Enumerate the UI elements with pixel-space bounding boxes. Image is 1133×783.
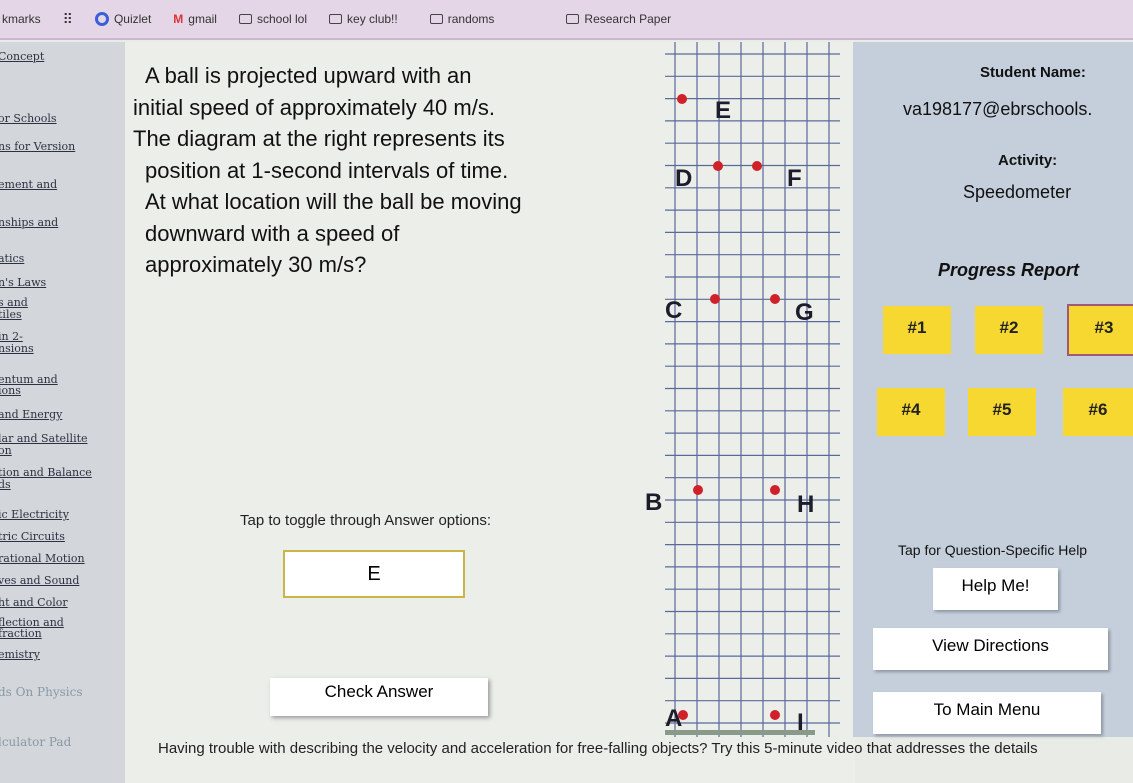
sidebar-link[interactable]: Concept	[0, 51, 44, 62]
bookmark-text: randoms	[447, 12, 495, 26]
sidebar-link[interactable]: ions	[0, 385, 21, 396]
help-me-button[interactable]: Help Me!	[933, 568, 1058, 610]
position-label-d: D	[675, 165, 692, 192]
question-line: approximately 30 m/s?	[145, 252, 367, 277]
sidebar-link[interactable]: and Energy	[0, 409, 62, 420]
sidebar-link[interactable]: ht and Color	[0, 597, 68, 608]
answer-toggle[interactable]: E	[283, 550, 465, 598]
sidebar-link[interactable]: in 2-	[0, 331, 23, 342]
bookmark-text: gmail	[188, 12, 217, 26]
progress-2[interactable]: #2	[975, 306, 1043, 354]
position-dot	[770, 485, 780, 495]
position-dot	[713, 161, 723, 171]
progress-4[interactable]: #4	[877, 388, 945, 436]
help-hint: Tap for Question-Specific Help	[898, 542, 1088, 558]
sidebar-link[interactable]: n's Laws	[0, 277, 46, 288]
position-diagram: A B C D E F G H I	[645, 42, 840, 737]
bookmark-text: kmarks	[2, 12, 41, 26]
bookmark-text: Research Paper	[584, 12, 672, 26]
position-label-e: E	[715, 97, 731, 124]
question-line: A ball is projected upward with an	[145, 63, 472, 88]
question-line: The diagram at the right represents its	[133, 126, 505, 151]
question-line: At what location will the ball be moving	[145, 189, 522, 214]
sidebar-link[interactable]: on	[0, 445, 12, 456]
bookmark-text: key club!!	[347, 12, 398, 26]
position-dot	[770, 710, 780, 720]
main-menu-button[interactable]: To Main Menu	[873, 692, 1101, 734]
sidebar-link[interactable]: lar and Satellite	[0, 433, 88, 444]
toggle-label: Tap to toggle through Answer options:	[240, 512, 492, 529]
sidebar-link[interactable]: or Schools	[0, 113, 57, 124]
question-text: A ball is projected upward with an initi…	[133, 60, 603, 281]
bookmark-gmail[interactable]: Mgmail	[173, 12, 217, 26]
sidebar-link[interactable]: fraction	[0, 628, 42, 639]
position-label-f: F	[787, 165, 802, 192]
position-dot	[770, 294, 780, 304]
check-answer-button[interactable]: Check Answer	[270, 678, 488, 716]
position-label-b: B	[645, 489, 662, 516]
sidebar-link[interactable]: ves and Sound	[0, 575, 79, 586]
folder-icon	[566, 14, 580, 24]
position-label-i: I	[797, 709, 804, 736]
sidebar-link[interactable]: ds	[0, 479, 11, 490]
activity-name: Speedometer	[963, 182, 1072, 202]
ground-line	[665, 730, 815, 735]
sidebar-footer-link[interactable]: ds On Physics	[0, 686, 83, 698]
activity-label: Activity:	[998, 152, 1058, 169]
sidebar-link[interactable]: emistry	[0, 649, 40, 660]
position-label-h: H	[797, 491, 814, 518]
progress-6[interactable]: #6	[1063, 388, 1133, 436]
sidebar-link[interactable]: tiles	[0, 309, 22, 320]
position-label-a: A	[665, 705, 682, 732]
position-dot	[677, 94, 687, 104]
bookmark-text: Quizlet	[113, 12, 152, 26]
student-name-label: Student Name:	[980, 64, 1086, 81]
progress-3[interactable]: #3	[1067, 304, 1133, 356]
sidebar-link[interactable]: ic Electricity	[0, 509, 69, 520]
bookmark-text: school lol	[256, 12, 308, 26]
question-line: position at 1-second intervals of time.	[145, 157, 509, 183]
sidebar-link[interactable]: atics	[0, 253, 24, 264]
sidebar-link[interactable]: ement and	[0, 179, 57, 190]
progress-1[interactable]: #1	[883, 306, 951, 354]
position-dot	[752, 161, 762, 171]
bookmark-school[interactable]: school lol	[238, 12, 308, 26]
folder-icon	[238, 14, 252, 24]
folder-icon	[429, 14, 443, 24]
apps-grid-icon[interactable]: ⠿	[63, 11, 73, 28]
topic-sidebar: Concept or Schools ns for Version ement and…	[0, 42, 125, 783]
gmail-icon: M	[173, 12, 184, 26]
progress-5[interactable]: #5	[968, 388, 1036, 436]
student-email: va198177@ebrschools.	[903, 99, 1093, 119]
bookmarks-label[interactable]: kmarks	[2, 12, 41, 26]
question-line: initial speed of approximately 40 m/s.	[133, 94, 495, 120]
position-label-g: G	[795, 299, 814, 326]
bookmarks-bar: kmarks ⠿ Quizlet Mgmail school lol key c…	[0, 0, 1133, 40]
position-dot	[710, 294, 720, 304]
sidebar-link[interactable]: ns for Version	[0, 141, 75, 152]
bookmark-research-paper[interactable]: Research Paper	[566, 12, 671, 26]
bookmark-key-club[interactable]: key club!!	[329, 12, 398, 26]
position-label-c: C	[665, 297, 682, 324]
bookmark-randoms[interactable]: randoms	[429, 12, 495, 26]
folder-icon	[329, 14, 343, 24]
sidebar-link[interactable]: nsions	[0, 343, 34, 354]
help-video-text[interactable]: Having trouble with describing the veloc…	[158, 740, 1038, 757]
sidebar-link[interactable]: tion and Balance	[0, 467, 92, 478]
view-directions-button[interactable]: View Directions	[873, 628, 1108, 670]
quizlet-icon	[94, 12, 109, 26]
sidebar-link[interactable]: tric Circuits	[0, 531, 65, 542]
sidebar-link[interactable]: rational Motion	[0, 553, 85, 564]
right-panel: Student Name: va198177@ebrschools. Activ…	[853, 42, 1133, 737]
question-line: downward with a speed of	[145, 220, 400, 246]
progress-title: Progress Report	[938, 260, 1080, 280]
position-dot	[693, 485, 703, 495]
sidebar-footer-link[interactable]: lculator Pad	[0, 736, 71, 748]
bookmark-quizlet[interactable]: Quizlet	[94, 12, 152, 26]
question-area: A ball is projected upward with an initi…	[125, 42, 1038, 783]
sidebar-link[interactable]: s and	[0, 297, 28, 308]
sidebar-link[interactable]: nships and	[0, 217, 58, 228]
